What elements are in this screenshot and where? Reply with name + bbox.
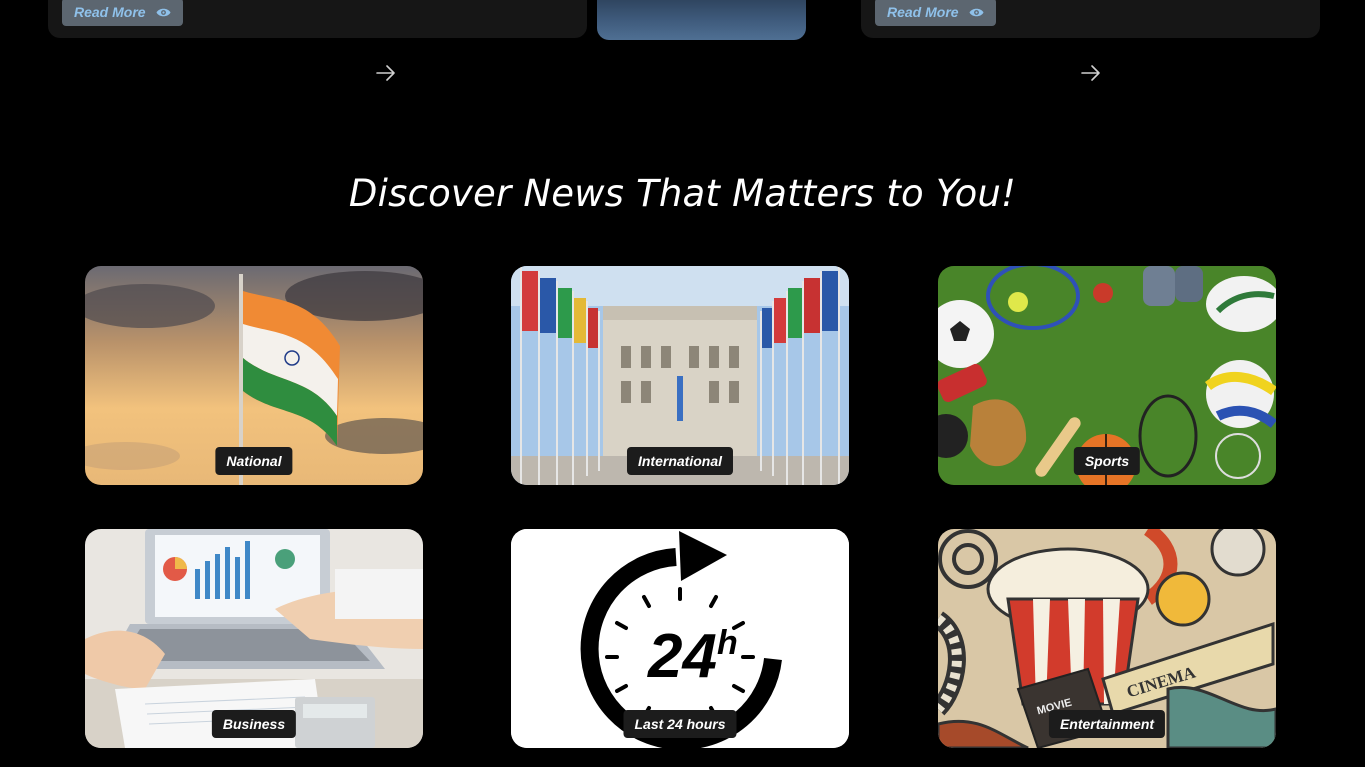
category-label: International bbox=[626, 447, 734, 475]
arrow-right-icon bbox=[376, 65, 395, 81]
category-label: National bbox=[215, 447, 293, 475]
article-image-center bbox=[597, 0, 806, 40]
next-arrow-right[interactable] bbox=[1078, 60, 1104, 86]
category-label: Business bbox=[211, 710, 297, 738]
category-tile-sports[interactable]: Sports bbox=[938, 266, 1276, 485]
category-tile-last-24-hours[interactable]: 24 h Last 24 hours bbox=[511, 529, 849, 748]
eye-icon bbox=[969, 8, 984, 16]
read-more-label: Read More bbox=[887, 4, 959, 20]
category-tile-entertainment[interactable]: CINEMA MOVIE Entertainment bbox=[938, 529, 1276, 748]
eye-icon bbox=[156, 8, 171, 16]
category-label: Entertainment bbox=[1048, 710, 1166, 738]
category-tile-international[interactable]: International bbox=[511, 266, 849, 485]
section-headline: Discover News That Matters to You! bbox=[348, 172, 1017, 215]
read-more-button-left[interactable]: Read More bbox=[62, 0, 183, 26]
arrow-right-icon bbox=[1081, 65, 1100, 81]
read-more-label: Read More bbox=[74, 4, 146, 20]
category-label: Last 24 hours bbox=[623, 710, 737, 738]
category-tile-business[interactable]: Business bbox=[85, 529, 423, 748]
next-arrow-left[interactable] bbox=[373, 60, 399, 86]
clock-number: 24 bbox=[647, 622, 717, 691]
category-label: Sports bbox=[1073, 447, 1141, 475]
category-tile-national[interactable]: National bbox=[85, 266, 423, 485]
article-card-left: Read More bbox=[48, 0, 587, 38]
read-more-button-right[interactable]: Read More bbox=[875, 0, 996, 26]
article-card-right: Read More bbox=[861, 0, 1320, 38]
clock-suffix: h bbox=[717, 624, 738, 662]
